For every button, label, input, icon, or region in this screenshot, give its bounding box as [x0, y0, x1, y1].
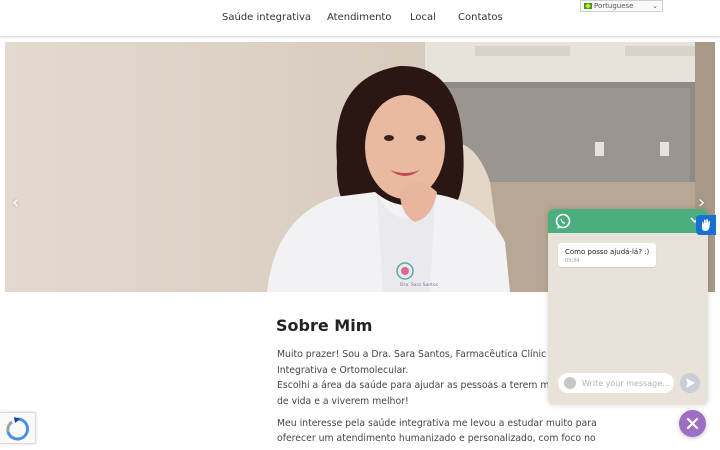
send-icon [686, 378, 695, 388]
emoji-icon[interactable] [564, 377, 576, 389]
chevron-down-icon: ⌄ [652, 2, 658, 10]
whatsapp-chat-widget: Como posso ajudá-lá? :) 03:34 [548, 209, 708, 405]
nav-link-contatos[interactable]: Contatos [458, 12, 503, 23]
nav-link-local[interactable]: Local [410, 12, 436, 23]
chat-toggle-button[interactable] [679, 410, 706, 437]
coat-logo: Dra. Sara Santos [400, 282, 439, 288]
nav-link-saude-integrativa[interactable]: Saúde integrativa [222, 12, 311, 23]
language-select-value: Portuguese [594, 2, 634, 10]
accessibility-button[interactable] [696, 215, 716, 235]
language-select[interactable]: Portuguese ⌄ [580, 0, 663, 12]
about-title: Sobre Mim [276, 316, 373, 335]
chat-message-input[interactable] [582, 376, 670, 390]
chat-message-time: 03:34 [565, 258, 580, 264]
sign-language-hand-icon [702, 219, 710, 231]
slider-prev-button[interactable]: ‹ [12, 192, 19, 213]
brazil-flag-icon [584, 3, 592, 9]
chat-input-container [558, 373, 674, 393]
nav-link-atendimento[interactable]: Atendimento [327, 12, 391, 23]
top-navigation: Saúde integrativa Atendimento Local Cont… [0, 0, 720, 36]
chat-message-text: Como posso ajudá-lá? :) [565, 248, 650, 256]
chat-message-bubble: Como posso ajudá-lá? :) 03:34 [558, 243, 656, 267]
about-paragraph-2-line-1: Meu interesse pela saúde integrativa me … [277, 418, 597, 429]
chat-header [548, 209, 708, 233]
close-icon [686, 417, 699, 430]
whatsapp-icon [555, 213, 700, 229]
recaptcha-badge[interactable] [0, 412, 36, 444]
about-paragraph-2-line-2: oferecer um atendimento humanizado e per… [277, 433, 596, 444]
recaptcha-icon [6, 417, 30, 441]
send-button[interactable] [680, 373, 700, 393]
